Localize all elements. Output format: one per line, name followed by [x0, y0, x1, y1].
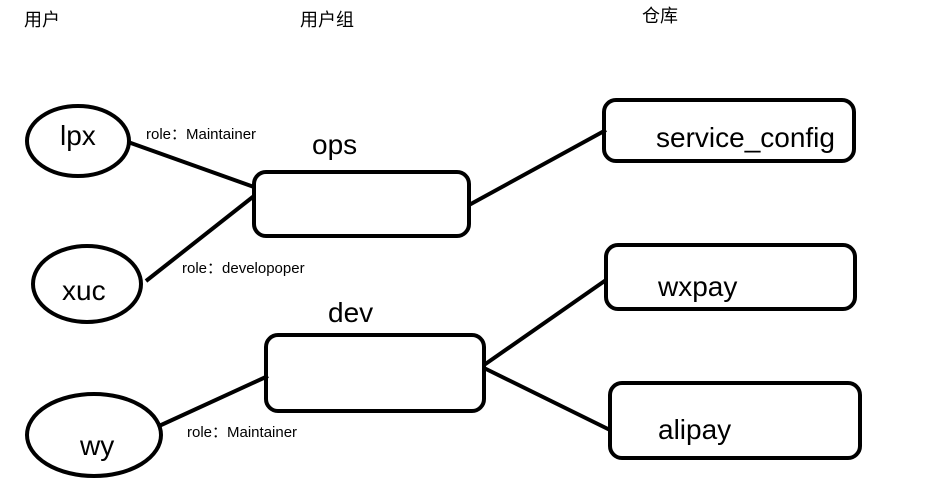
role-label-lpx: role：Maintainer — [146, 126, 256, 143]
group-label-dev: dev — [328, 297, 373, 328]
repo-label-service-config: service_config — [656, 122, 835, 153]
user-label-lpx: lpx — [60, 120, 96, 151]
role-label-wy: role：Maintainer — [187, 424, 297, 441]
user-label-xuc: xuc — [62, 275, 106, 306]
group-label-ops: ops — [312, 129, 357, 160]
repo-label-alipay: alipay — [658, 414, 731, 445]
edge-dev-alipay — [483, 366, 611, 432]
repo-label-wxpay: wxpay — [657, 271, 737, 302]
groups-column-header: 用户组 — [300, 10, 354, 31]
user-group-repo-diagram: 用户 用户组 仓库 lpx xuc wy ops dev service_con… — [24, 6, 862, 478]
repo-node-alipay — [608, 381, 862, 460]
group-node-ops — [252, 170, 471, 238]
role-label-xuc: role：developoper — [182, 260, 305, 277]
group-node-dev — [264, 333, 486, 413]
edge-wy-dev — [158, 374, 269, 428]
edge-lpx-ops — [127, 140, 255, 189]
user-label-wy: wy — [79, 430, 114, 461]
edge-ops-service-config — [468, 128, 607, 207]
repos-column-header: 仓库 — [642, 6, 678, 27]
users-column-header: 用户 — [24, 10, 60, 31]
edge-dev-wxpay — [482, 278, 608, 367]
